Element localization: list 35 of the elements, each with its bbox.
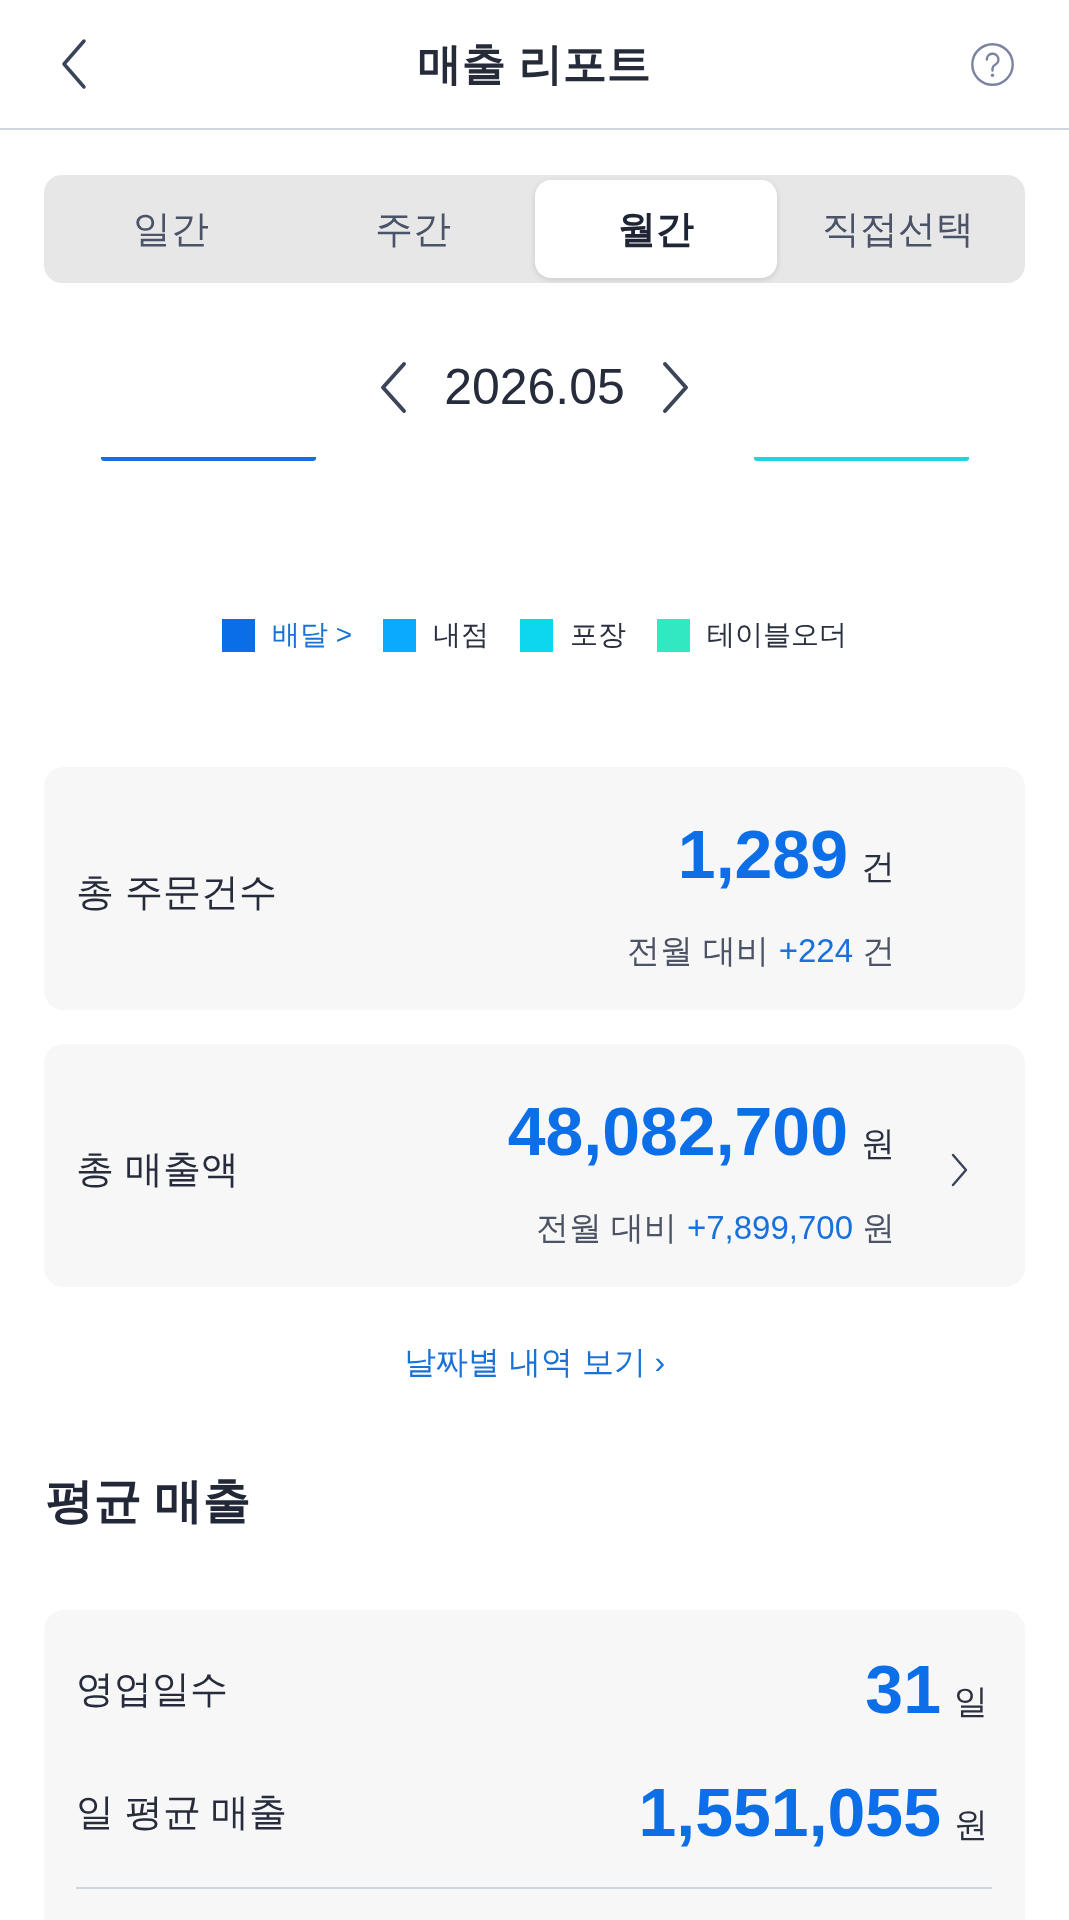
legend-label[interactable]: 포장 — [570, 616, 627, 654]
legend-label[interactable]: 내점 — [433, 616, 490, 654]
period-tab[interactable]: 월간 — [534, 180, 777, 278]
metric-label: 총 주문건수 — [76, 870, 278, 915]
comparison-label: 전월 대비 — [535, 1208, 677, 1248]
metric-value: 1,551,055 — [638, 1773, 941, 1852]
metric-label: 총 매출액 — [76, 1147, 240, 1192]
metric-value: 48,082,700 — [507, 1092, 848, 1171]
page-title: 매출 리포트 — [417, 37, 652, 90]
change-value: +224 — [778, 931, 853, 971]
unit-label: 원 — [862, 1208, 895, 1248]
unit-label: 원 — [954, 1804, 988, 1845]
help-icon[interactable] — [971, 42, 1014, 86]
unit-label: 일 — [954, 1681, 988, 1722]
chevron-left-icon[interactable] — [380, 360, 408, 414]
legend-label[interactable]: 테이블오더 — [707, 616, 848, 654]
period-tab[interactable]: 직접선택 — [776, 180, 1019, 278]
unit-label: 원 — [861, 1123, 895, 1164]
comparison-label: 전월 대비 — [627, 931, 769, 971]
chevron-left-icon[interactable] — [61, 38, 87, 90]
section-title: 평균 매출 — [46, 1473, 253, 1529]
chevron-right-icon[interactable] — [661, 360, 689, 414]
date-label: 2026.05 — [444, 358, 625, 416]
period-tab[interactable]: 주간 — [292, 180, 535, 278]
legend-label[interactable]: 배달 > — [271, 616, 353, 654]
metric-value: 31 — [865, 1650, 941, 1729]
period-tab[interactable]: 일간 — [50, 180, 293, 278]
summary-card[interactable]: 총 매출액 48,082,700 원 전월 대비 +7,899,700 원 — [44, 1044, 1025, 1287]
unit-label: 건 — [861, 846, 895, 887]
daily-history-link[interactable]: 날짜별 내역 보기 › — [403, 1344, 666, 1380]
metric-value: 1,289 — [677, 815, 848, 894]
unit-label: 건 — [862, 931, 895, 971]
change-value: +7,899,700 — [686, 1208, 853, 1248]
metric-label: 영업일수 — [76, 1666, 228, 1712]
metric-label: 일 평균 매출 — [76, 1789, 288, 1835]
